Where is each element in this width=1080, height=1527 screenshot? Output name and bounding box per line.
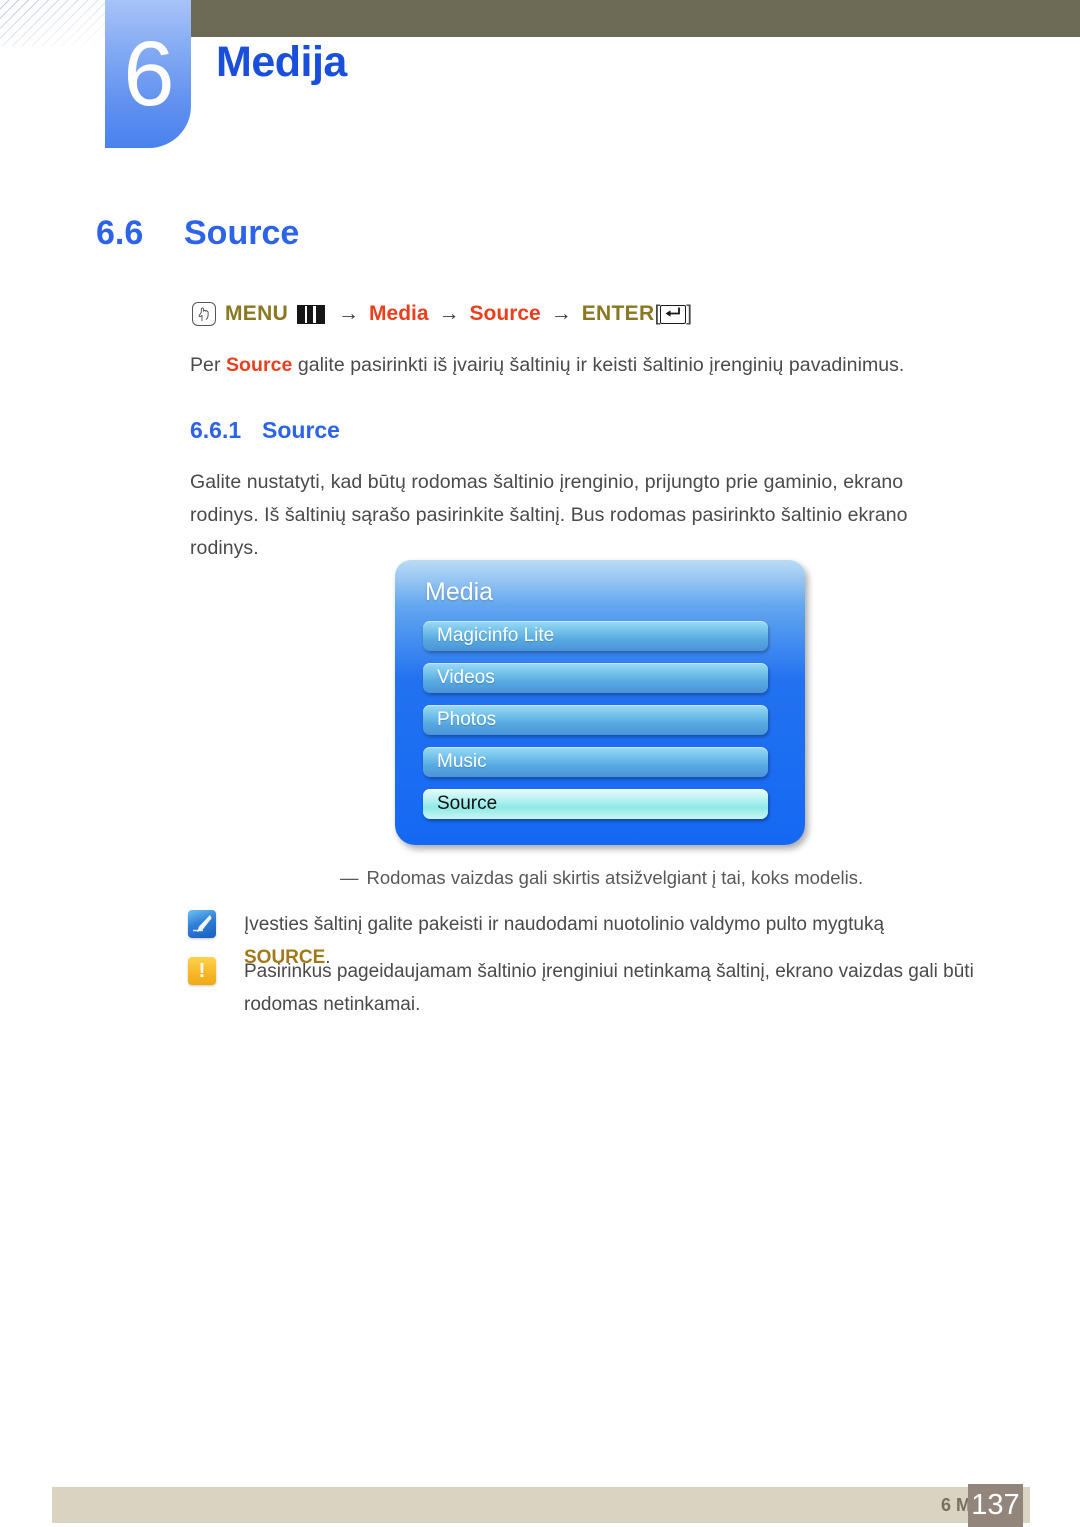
section-heading: 6.6 Source [96,212,299,254]
chapter-number: 6 [123,23,174,125]
osd-item-label: Videos [437,667,495,688]
osd-item-label: Magicinfo Lite [437,625,555,646]
osd-caption: ― Rodomas vaizdas gali skirtis atsižvelgi… [340,864,960,892]
section-title: Source [184,214,300,252]
arrow-icon-1: → [338,302,360,325]
enter-label: ENTER [581,302,655,325]
menu-path: MENU → Media → Source → ENTER [ ] [192,300,692,328]
osd-media-menu: Media Magicinfo Lite Videos Photos Music… [395,560,805,845]
menu-grid-icon [297,304,326,324]
warning-exclamation-icon: ! [188,957,216,985]
subsection-number: 6.6.1 [190,417,242,443]
osd-item-label: Photos [437,709,497,730]
section-number: 6.6 [96,214,144,252]
hand-pointer-icon [192,302,216,326]
note-pen-icon [188,910,216,938]
osd-item-label: Music [437,751,487,772]
menu-label: MENU [225,302,289,325]
menu-step-media: Media [369,302,429,325]
caption-dash: ― [340,867,359,888]
note-prefix: Įvesties šaltinį galite pakeisti ir naud… [244,914,885,935]
footer-page-number: 137 [968,1484,1023,1527]
header-olive-bar [188,0,1080,37]
arrow-icon-2: → [438,302,460,325]
osd-item-music[interactable]: Music [423,747,768,777]
decorative-hatch-pattern [0,0,112,46]
enter-key-icon [660,304,687,324]
osd-item-label: Source [437,793,498,814]
osd-menu-list: Magicinfo Lite Videos Photos Music Sourc… [423,621,768,831]
osd-item-source[interactable]: Source [423,789,768,819]
subsection-heading: 6.6.1 Source [190,415,340,445]
intro-paragraph: Per Source galite pasirinkti iš įvairių … [190,349,950,382]
intro-prefix: Per [190,354,226,376]
menu-step-source: Source [469,302,541,325]
osd-menu-title: Media [425,578,494,606]
footer-bar [52,1487,1030,1523]
subsection-title: Source [262,417,340,443]
osd-item-magicinfo-lite[interactable]: Magicinfo Lite [423,621,768,651]
caption-text: Rodomas vaizdas gali skirtis atsižvelgia… [366,867,864,888]
arrow-icon-3: → [550,302,572,325]
note-warning-mismatch: ! Pasirinkus pageidaujamam šaltinio įren… [188,955,978,1021]
intro-bold-term: Source [225,354,293,376]
osd-item-videos[interactable]: Videos [423,663,768,693]
osd-item-photos[interactable]: Photos [423,705,768,735]
description-paragraph: Galite nustatyti, kad būtų rodomas šalti… [190,471,908,559]
intro-suffix: galite pasirinkti iš įvairių šaltinių ir… [292,354,905,376]
chapter-title: Medija [216,38,347,86]
bracket-close: ] [686,302,693,325]
note-text: Pasirinkus pageidaujamam šaltinio įrengi… [244,961,974,1015]
